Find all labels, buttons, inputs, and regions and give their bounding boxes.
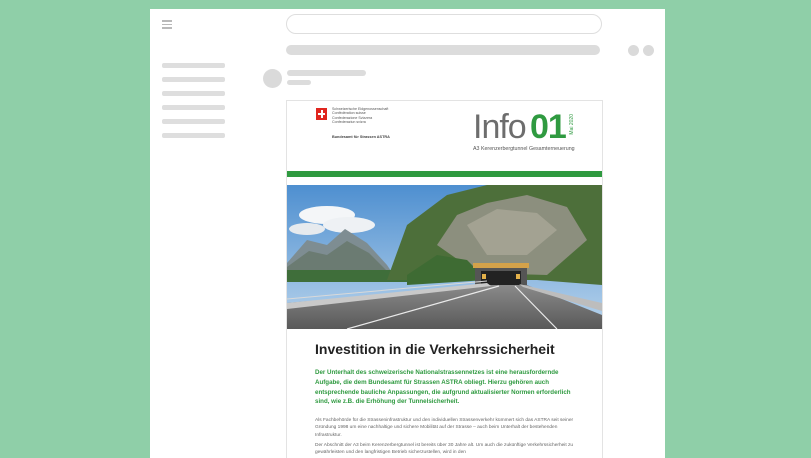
sidebar-item[interactable]	[162, 91, 225, 96]
app-window: Schweizerische Eidgenossenschaft Confédé…	[150, 9, 665, 458]
article: Investition in die Verkehrssicherheit De…	[315, 341, 577, 458]
issue-date: Mai 2020	[569, 114, 575, 135]
issue-subtitle: A3 Kerenzerbergtunnel Gesamterneuerung	[473, 146, 575, 152]
newsletter-header: Schweizerische Eidgenossenschaft Confédé…	[287, 101, 602, 171]
action-button-2[interactable]	[643, 45, 654, 56]
menu-icon[interactable]	[162, 20, 172, 29]
sender-placeholder	[287, 70, 366, 76]
sidebar-item[interactable]	[162, 119, 225, 124]
issue-number: 01	[530, 108, 567, 146]
sidebar-item[interactable]	[162, 105, 225, 110]
search-input[interactable]	[286, 14, 602, 34]
swiss-flag-icon	[316, 108, 327, 120]
sidebar-item[interactable]	[162, 77, 225, 82]
sidebar-item[interactable]	[162, 63, 225, 68]
confederation-name: Schweizerische Eidgenossenschaft Confédé…	[332, 107, 389, 124]
article-lead: Der Unterhalt des schweizerische Nationa…	[315, 369, 571, 406]
avatar	[263, 69, 282, 88]
info-label: Info	[473, 108, 527, 146]
header-divider	[287, 171, 602, 177]
article-headline: Investition in die Verkehrssicherheit	[315, 341, 555, 357]
tunnel-photo	[287, 185, 602, 329]
meta-placeholder	[287, 80, 311, 85]
article-paragraph: Als Fachbehörde für die Strasseninfrastr…	[315, 418, 574, 438]
action-button-1[interactable]	[628, 45, 639, 56]
article-paragraph: Der Abschnitt der A3 beim Kerenzerbergtu…	[315, 442, 574, 455]
sidebar-item[interactable]	[162, 133, 225, 138]
newsletter-document: Schweizerische Eidgenossenschaft Confédé…	[286, 100, 603, 458]
subject-placeholder	[286, 45, 600, 55]
office-name: Bundesamt für Strassen ASTRA	[332, 135, 390, 139]
